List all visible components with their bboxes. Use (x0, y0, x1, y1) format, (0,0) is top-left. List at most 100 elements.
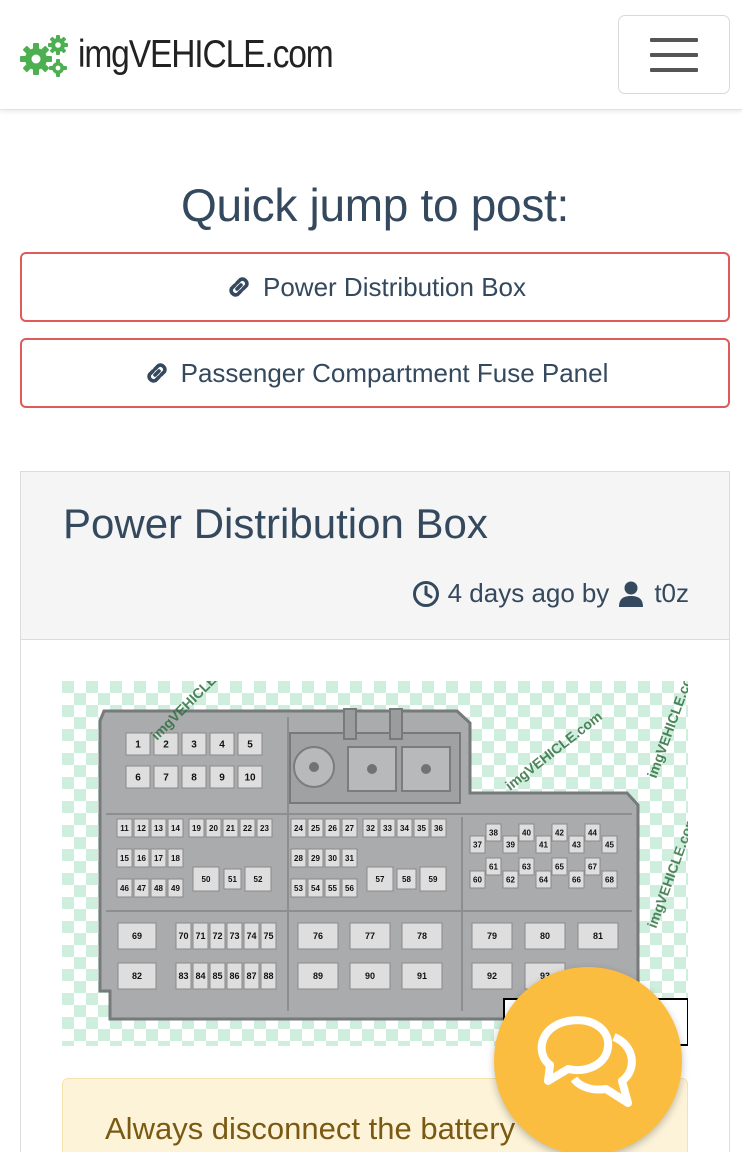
fuse-5: 5 (237, 732, 263, 756)
svg-text:66: 66 (572, 875, 581, 884)
fuse-62: 62 (502, 870, 519, 889)
fuse-60: 60 (469, 870, 486, 889)
svg-text:26: 26 (328, 824, 337, 833)
svg-text:12: 12 (137, 824, 146, 833)
svg-text:90: 90 (365, 971, 375, 981)
svg-text:8: 8 (191, 773, 197, 784)
svg-text:33: 33 (383, 824, 392, 833)
fuse-64: 64 (535, 870, 552, 889)
fuse-20: 20 (205, 818, 222, 838)
fuse-50: 50 (192, 866, 220, 892)
fuse-29: 29 (307, 848, 324, 868)
jump-link-passenger-compartment-fuse-panel[interactable]: Passenger Compartment Fuse Panel (20, 338, 730, 408)
svg-text:37: 37 (473, 840, 482, 849)
fuse-13: 13 (150, 818, 167, 838)
fuse-8: 8 (181, 765, 207, 789)
fuse-59: 59 (419, 866, 447, 892)
svg-text:46: 46 (120, 884, 129, 893)
fuse-16: 16 (133, 848, 150, 868)
fuse-11: 11 (116, 818, 133, 838)
svg-text:64: 64 (539, 875, 548, 884)
svg-text:63: 63 (522, 862, 531, 871)
fuse-33: 33 (379, 818, 396, 838)
menu-toggle-button[interactable] (618, 15, 730, 94)
svg-text:72: 72 (212, 931, 222, 941)
fuse-81: 81 (577, 922, 619, 950)
fuse-3: 3 (181, 732, 207, 756)
svg-text:25: 25 (311, 824, 320, 833)
fuse-31: 31 (341, 848, 358, 868)
fuse-68: 68 (601, 870, 618, 889)
fuse-1: 1 (125, 732, 151, 756)
fuse-71: 71 (192, 922, 209, 950)
fuse-53: 53 (290, 878, 307, 898)
post-time: 4 days ago (447, 578, 575, 608)
svg-text:83: 83 (178, 971, 188, 981)
svg-text:41: 41 (539, 840, 548, 849)
link-icon (146, 363, 167, 383)
svg-text:39: 39 (506, 840, 515, 849)
fuse-14: 14 (167, 818, 184, 838)
fuse-72: 72 (209, 922, 226, 950)
fuse-9: 9 (209, 765, 235, 789)
fuse-26: 26 (324, 818, 341, 838)
svg-text:53: 53 (294, 884, 303, 893)
svg-text:59: 59 (429, 875, 438, 884)
svg-text:91: 91 (417, 971, 427, 981)
gears-icon (20, 35, 68, 77)
svg-text:86: 86 (229, 971, 239, 981)
svg-text:22: 22 (243, 824, 252, 833)
fuse-91: 91 (401, 962, 443, 990)
svg-text:84: 84 (195, 971, 205, 981)
fuse-43: 43 (568, 835, 585, 854)
svg-text:20: 20 (209, 824, 218, 833)
fuse-90: 90 (349, 962, 391, 990)
fuse-40: 40 (518, 823, 535, 842)
fuse-19: 19 (188, 818, 205, 838)
svg-text:40: 40 (522, 828, 531, 837)
post-header: Power Distribution Box 4 days ago by t0z (21, 472, 729, 640)
svg-text:50: 50 (202, 875, 211, 884)
fuse-4: 4 (209, 732, 235, 756)
fuse-27: 27 (341, 818, 358, 838)
svg-text:88: 88 (263, 971, 273, 981)
svg-text:28: 28 (294, 854, 303, 863)
fuse-38: 38 (485, 823, 502, 842)
svg-text:76: 76 (313, 931, 323, 941)
fuse-84: 84 (192, 962, 209, 990)
fuse-54: 54 (307, 878, 324, 898)
svg-text:71: 71 (195, 931, 205, 941)
fuse-51: 51 (223, 868, 242, 890)
svg-text:52: 52 (254, 875, 263, 884)
fuse-57: 57 (366, 866, 394, 892)
fuse-70: 70 (175, 922, 192, 950)
fuse-85: 85 (209, 962, 226, 990)
post-author[interactable]: t0z (654, 578, 689, 609)
svg-text:87: 87 (246, 971, 256, 981)
fuse-73: 73 (226, 922, 243, 950)
svg-text:38: 38 (489, 828, 498, 837)
brand-link[interactable]: imgVEHICLE.com (18, 32, 374, 78)
fuse-77: 77 (349, 922, 391, 950)
fuse-89: 89 (297, 962, 339, 990)
fuse-83: 83 (175, 962, 192, 990)
fuse-6: 6 (125, 765, 151, 789)
jump-link-power-distribution-box[interactable]: Power Distribution Box (20, 252, 730, 322)
svg-text:29: 29 (311, 854, 320, 863)
fuse-25: 25 (307, 818, 324, 838)
fuse-87: 87 (243, 962, 260, 990)
fuse-39: 39 (502, 835, 519, 854)
chat-button[interactable] (494, 967, 682, 1152)
svg-text:27: 27 (345, 824, 354, 833)
svg-text:57: 57 (376, 875, 385, 884)
fuse-92: 92 (471, 962, 513, 990)
svg-text:68: 68 (605, 875, 614, 884)
fuse-7: 7 (153, 765, 179, 789)
fuse-88: 88 (260, 962, 277, 990)
svg-text:23: 23 (260, 824, 269, 833)
fuse-65: 65 (551, 857, 568, 876)
svg-text:44: 44 (588, 828, 597, 837)
post-title: Power Distribution Box (63, 500, 488, 547)
clock-icon (412, 580, 439, 607)
svg-text:49: 49 (171, 884, 180, 893)
